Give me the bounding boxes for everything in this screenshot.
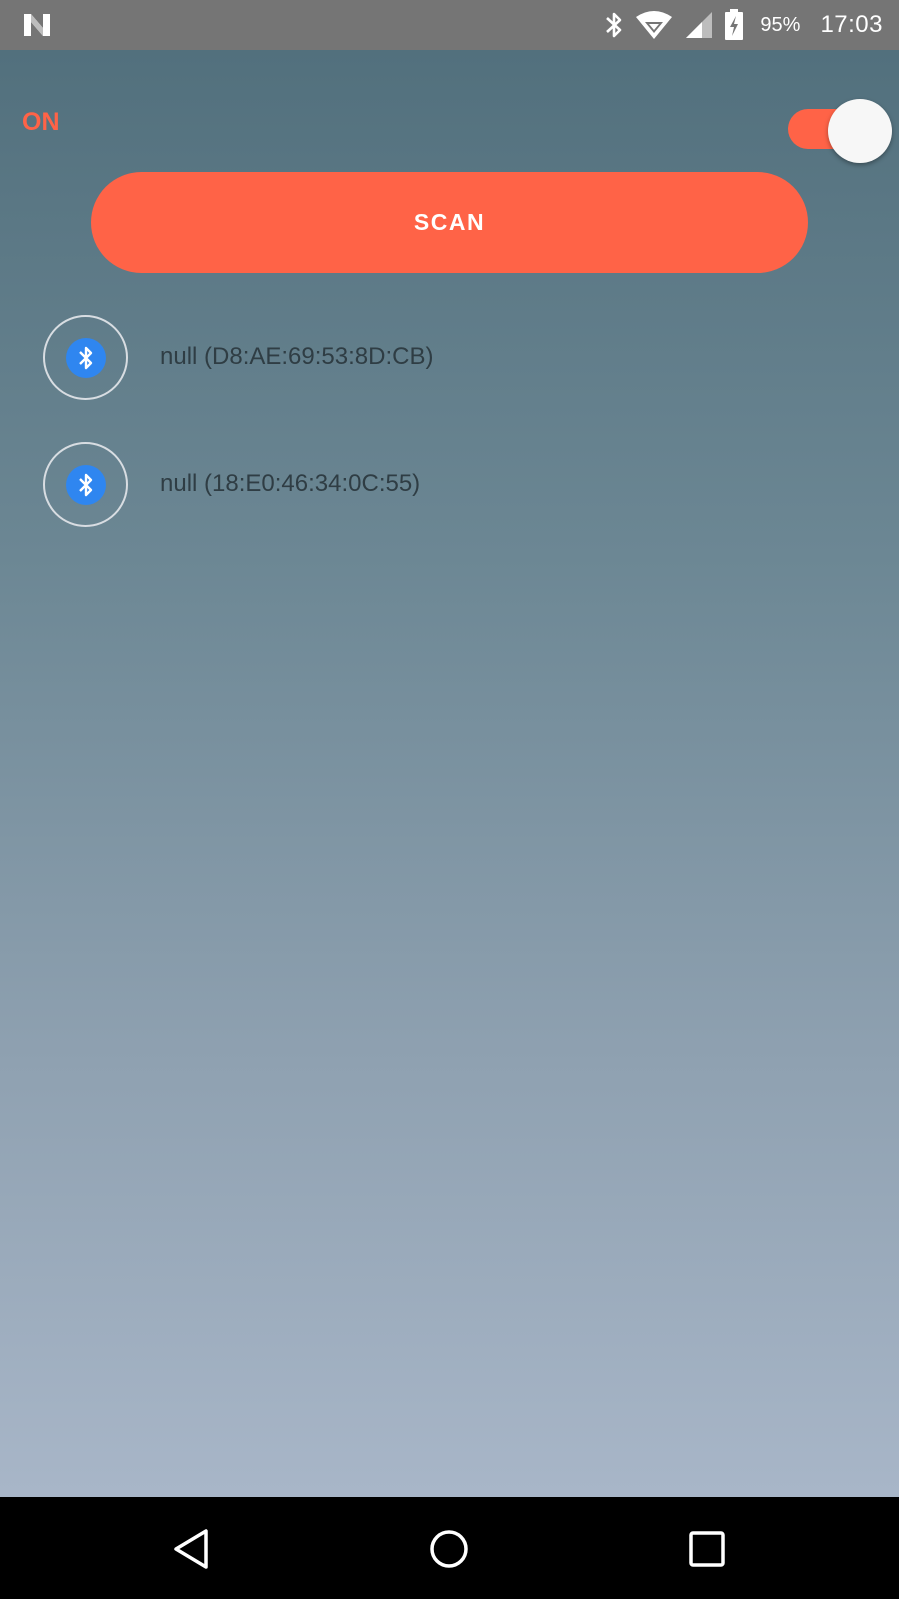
- list-item[interactable]: null (18:E0:46:34:0C:55): [0, 442, 899, 569]
- navigation-bar: [0, 1497, 899, 1599]
- clock: 17:03: [820, 11, 883, 38]
- battery-charging-icon: [725, 9, 744, 40]
- battery-percent: 95%: [760, 13, 801, 36]
- bluetooth-state-label: ON: [22, 108, 60, 136]
- list-item[interactable]: null (D8:AE:69:53:8D:CB): [0, 315, 899, 442]
- signal-icon: [686, 12, 713, 38]
- back-icon[interactable]: [168, 1525, 216, 1573]
- n-logo-icon: [24, 14, 50, 36]
- recents-icon[interactable]: [683, 1525, 731, 1573]
- toggle-thumb: [828, 99, 892, 163]
- status-icons: 95% 17:03: [604, 0, 883, 50]
- device-name: null (18:E0:46:34:0C:55): [160, 470, 421, 497]
- wifi-icon: [636, 11, 673, 39]
- scan-button[interactable]: SCAN: [91, 172, 808, 273]
- status-bar: 95% 17:03: [0, 0, 899, 50]
- device-name: null (D8:AE:69:53:8D:CB): [160, 343, 434, 370]
- app-screen: ON SCAN null (D8:AE:69:53:8D:CB) null (1…: [0, 50, 899, 1497]
- home-icon[interactable]: [425, 1525, 473, 1573]
- device-list: null (D8:AE:69:53:8D:CB) null (18:E0:46:…: [0, 315, 899, 569]
- bluetooth-toggle[interactable]: [788, 99, 893, 163]
- bluetooth-icon: [606, 12, 622, 38]
- bluetooth-icon: [66, 465, 106, 505]
- bluetooth-icon: [66, 338, 106, 378]
